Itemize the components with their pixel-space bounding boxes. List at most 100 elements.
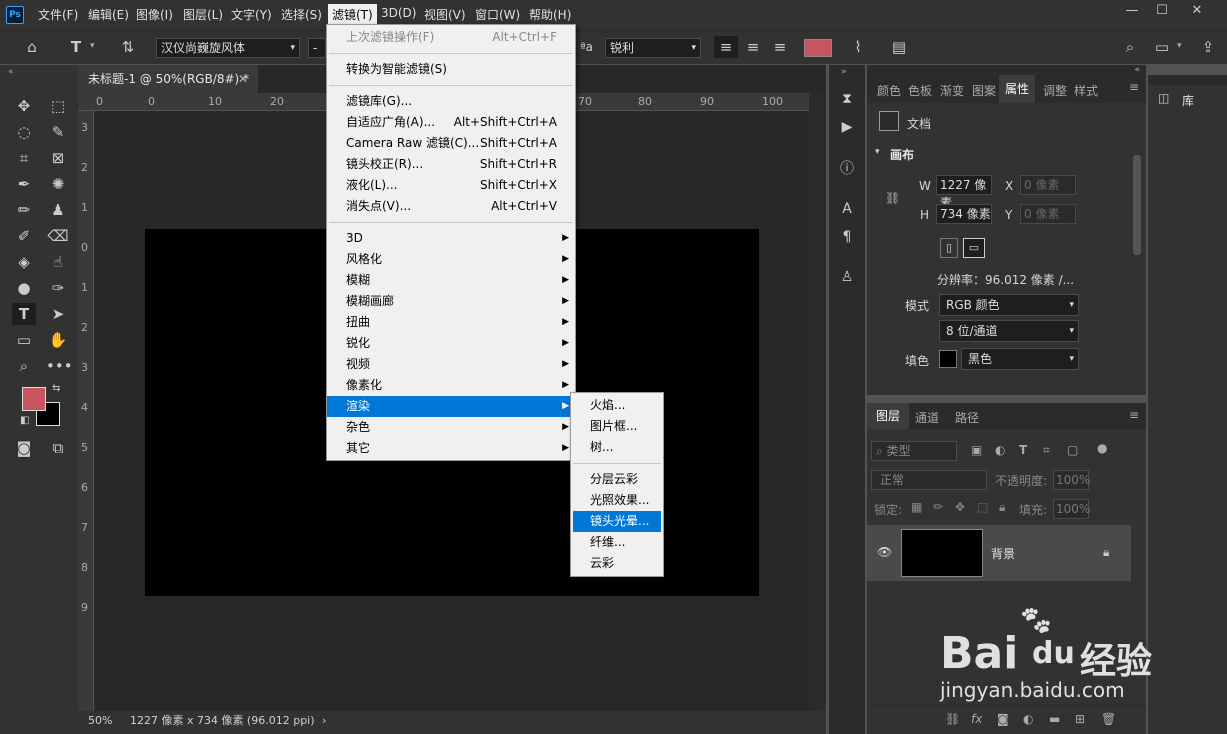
- marquee-tool-icon[interactable]: ⬚: [46, 95, 70, 117]
- menu-item-3d[interactable]: 3D ▶: [327, 228, 575, 249]
- align-left-icon[interactable]: ≡: [714, 36, 738, 58]
- warp-text-icon[interactable]: ⌇: [846, 36, 870, 58]
- menu-item-sharpen[interactable]: 锐化 ▶: [327, 333, 575, 354]
- menu-item-blur-gallery[interactable]: 模糊画廊 ▶: [327, 291, 575, 312]
- character-panel-icon[interactable]: ▤: [887, 36, 911, 58]
- layer-filter-select[interactable]: ⌕ 类型: [871, 441, 957, 461]
- x-input[interactable]: 0 像素: [1020, 175, 1076, 195]
- menu-item-vanishing-point[interactable]: 消失点(V)... Alt+Ctrl+V: [327, 196, 575, 217]
- menu-3d[interactable]: 3D(D): [381, 6, 416, 20]
- menu-item-filter-gallery[interactable]: 滤镜库(G)...: [327, 91, 575, 112]
- share-icon[interactable]: ⇪: [1196, 36, 1220, 58]
- submenu-item-tree[interactable]: 树...: [571, 437, 663, 458]
- menu-type[interactable]: 文字(Y): [231, 6, 272, 23]
- submenu-item-picture-frame[interactable]: 图片框...: [571, 416, 663, 437]
- anti-alias-select[interactable]: 锐利 ▾: [605, 38, 701, 58]
- close-icon[interactable]: ✕: [1180, 0, 1214, 22]
- type-tool-icon[interactable]: T: [12, 303, 36, 325]
- history-brush-icon[interactable]: ✐: [12, 225, 36, 247]
- collapse-icon[interactable]: »: [841, 67, 847, 77]
- height-input[interactable]: 734 像素: [936, 204, 992, 224]
- menu-select[interactable]: 选择(S): [281, 6, 322, 23]
- workspace-icon[interactable]: ▭: [1150, 36, 1174, 58]
- tab-styles[interactable]: 样式: [1074, 82, 1098, 99]
- minimize-icon[interactable]: —: [1115, 0, 1149, 22]
- landscape-icon[interactable]: ▭: [963, 238, 985, 258]
- submenu-item-clouds[interactable]: 云彩: [571, 553, 663, 574]
- panel-menu-icon[interactable]: ≡: [1129, 408, 1139, 422]
- eraser-icon[interactable]: ⌫: [46, 225, 70, 247]
- lock-artboard-icon[interactable]: ⬚: [977, 500, 988, 514]
- opacity-input[interactable]: 100%: [1053, 470, 1090, 490]
- move-tool-icon[interactable]: ✥: [12, 95, 36, 117]
- eyedropper-icon[interactable]: ✒: [12, 173, 36, 195]
- paragraph-icon[interactable]: ¶: [833, 225, 861, 249]
- adjustment-layer-icon[interactable]: ◐: [1023, 712, 1033, 726]
- submenu-item-lens-flare[interactable]: 镜头光晕...: [573, 511, 661, 532]
- close-tab-icon[interactable]: ✕: [238, 65, 248, 93]
- menu-item-other[interactable]: 其它 ▶: [327, 438, 575, 459]
- menu-item-video[interactable]: 视频 ▶: [327, 354, 575, 375]
- lasso-tool-icon[interactable]: ◌: [12, 121, 36, 143]
- frame-tool-icon[interactable]: ⊠: [46, 147, 70, 169]
- menu-item-stylize[interactable]: 风格化 ▶: [327, 249, 575, 270]
- screen-mode-icon[interactable]: ⧉: [46, 437, 70, 459]
- width-input[interactable]: 1227 像素: [936, 175, 992, 210]
- lock-transparent-icon[interactable]: ▦: [911, 500, 922, 514]
- default-colors-icon[interactable]: ◧: [20, 415, 29, 426]
- tab-color[interactable]: 颜色: [877, 82, 901, 99]
- tab-adjustments[interactable]: 调整: [1043, 82, 1067, 99]
- menu-file[interactable]: 文件(F): [38, 6, 78, 23]
- menu-view[interactable]: 视图(V): [424, 6, 466, 23]
- filter-smart-icon[interactable]: ▢: [1067, 443, 1078, 457]
- y-input[interactable]: 0 像素: [1020, 204, 1076, 224]
- tab-channels[interactable]: 通道: [915, 409, 939, 426]
- menu-filter[interactable]: 滤镜(T): [328, 4, 377, 25]
- filter-shape-icon[interactable]: ⌗: [1043, 443, 1050, 458]
- swap-colors-icon[interactable]: ⇆: [52, 383, 60, 394]
- menu-help[interactable]: 帮助(H): [529, 6, 571, 23]
- layer-name[interactable]: 背景: [991, 545, 1015, 562]
- hand-tool-icon[interactable]: ✋: [46, 329, 70, 351]
- submenu-item-fibers[interactable]: 纤维...: [571, 532, 663, 553]
- layer-row[interactable]: 👁︎ 背景 🔒︎: [867, 525, 1131, 581]
- menu-item-pixelate[interactable]: 像素化 ▶: [327, 375, 575, 396]
- font-family-select[interactable]: 汉仪尚巍旋风体 ▾: [156, 38, 300, 58]
- chevron-down-icon[interactable]: ▾: [90, 41, 95, 51]
- tab-layers[interactable]: 图层: [867, 403, 910, 429]
- menu-item-last-filter[interactable]: 上次滤镜操作(F) Alt+Ctrl+F: [327, 27, 575, 48]
- filter-pixel-icon[interactable]: ▣: [971, 443, 982, 457]
- link-layers-icon[interactable]: ⛓: [945, 712, 960, 726]
- info-panel-icon[interactable]: ⓘ: [833, 157, 861, 181]
- filter-type-icon[interactable]: T: [1019, 443, 1027, 457]
- menu-item-smart-filter[interactable]: 转换为智能滤镜(S): [327, 59, 575, 80]
- link-icon[interactable]: ⛓: [885, 191, 900, 205]
- tab-patterns[interactable]: 图案: [972, 82, 996, 99]
- zoom-level[interactable]: 50%: [88, 714, 112, 727]
- tab-properties[interactable]: 属性: [999, 75, 1036, 103]
- maximize-icon[interactable]: ☐: [1145, 0, 1179, 22]
- dodge-icon[interactable]: ●: [12, 277, 36, 299]
- fx-icon[interactable]: fx: [971, 712, 982, 726]
- menu-item-camera-raw[interactable]: Camera Raw 滤镜(C)... Shift+Ctrl+A: [327, 133, 575, 154]
- library-label[interactable]: 库: [1182, 92, 1194, 109]
- submenu-item-flame[interactable]: 火焰...: [571, 395, 663, 416]
- chevron-right-icon[interactable]: ›: [322, 714, 326, 727]
- submenu-item-lighting-effects[interactable]: 光照效果...: [571, 490, 663, 511]
- rectangle-tool-icon[interactable]: ▭: [12, 329, 36, 351]
- vertical-scrollbar[interactable]: [809, 93, 826, 711]
- glyphs-icon[interactable]: ♙: [833, 265, 861, 289]
- chevron-down-icon[interactable]: ▾: [1177, 41, 1182, 51]
- zoom-tool-icon[interactable]: ⌕: [12, 355, 36, 377]
- delete-layer-icon[interactable]: 🗑︎: [1101, 712, 1116, 726]
- panel-menu-icon[interactable]: ≡: [1129, 80, 1139, 94]
- menu-item-liquify[interactable]: 液化(L)... Shift+Ctrl+X: [327, 175, 575, 196]
- path-select-icon[interactable]: ➤: [46, 303, 70, 325]
- patch-tool-icon[interactable]: ✺: [46, 173, 70, 195]
- menu-item-blur[interactable]: 模糊 ▶: [327, 270, 575, 291]
- menu-edit[interactable]: 编辑(E): [88, 6, 129, 23]
- filter-adjustment-icon[interactable]: ◐: [995, 443, 1005, 457]
- quick-select-icon[interactable]: ✎: [46, 121, 70, 143]
- menu-image[interactable]: 图像(I): [136, 6, 173, 23]
- fill-input[interactable]: 100%: [1053, 499, 1090, 519]
